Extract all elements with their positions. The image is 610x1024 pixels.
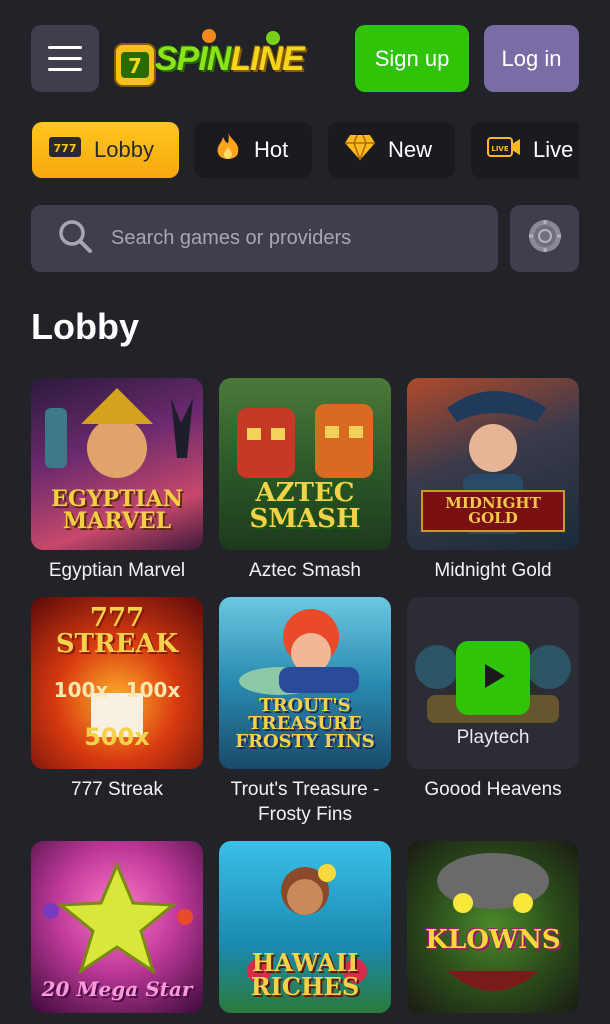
search-icon: [57, 218, 93, 259]
diamond-icon: [344, 133, 376, 167]
game-thumbnail[interactable]: EGYPTIAN MARVEL: [31, 378, 203, 550]
game-thumbnail[interactable]: HAWAII RICHES: [219, 841, 391, 1013]
game-card-egyptian-marvel[interactable]: EGYPTIAN MARVEL Egyptian Marvel: [31, 378, 203, 583]
game-title[interactable]: 777 Streak: [31, 777, 203, 802]
provider-filter-button[interactable]: [510, 205, 579, 272]
category-tabs: 777 Lobby Hot New LIVE Live: [0, 120, 579, 180]
signup-button[interactable]: Sign up: [355, 25, 469, 92]
fire-icon: [214, 131, 242, 169]
game-card-aztec-smash[interactable]: AZTEC SMASH Aztec Smash: [219, 378, 391, 583]
game-thumbnail[interactable]: MIDNIGHT GOLD: [407, 378, 579, 550]
game-card-goood-heavens[interactable]: Playtech Goood Heavens: [407, 597, 579, 802]
search-bar: [31, 205, 498, 272]
svg-text:100x: 100x: [126, 678, 181, 702]
tab-hot[interactable]: Hot: [194, 122, 312, 178]
page-title: Lobby: [31, 306, 139, 347]
game-thumbnail[interactable]: 20 Mega Star: [31, 841, 203, 1013]
game-thumbnail[interactable]: KLOWNS: [407, 841, 579, 1013]
game-title[interactable]: Egyptian Marvel: [31, 558, 203, 583]
svg-text:777: 777: [54, 142, 77, 155]
game-card-midnight-gold[interactable]: MIDNIGHT GOLD Midnight Gold: [407, 378, 579, 583]
svg-text:100x: 100x: [54, 678, 109, 702]
live-camera-icon: LIVE: [487, 134, 521, 166]
game-title[interactable]: Midnight Gold: [407, 558, 579, 583]
provider-label: Playtech: [456, 727, 530, 748]
game-thumbnail[interactable]: AZTEC SMASH: [219, 378, 391, 550]
tab-live[interactable]: LIVE Live: [471, 122, 579, 178]
search-input[interactable]: [109, 226, 493, 251]
game-title[interactable]: Goood Heavens: [407, 777, 579, 802]
tab-new[interactable]: New: [328, 122, 455, 178]
svg-text:500x: 500x: [84, 723, 150, 751]
game-thumbnail[interactable]: TROUT'S TREASURE FROSTY FINS: [219, 597, 391, 769]
game-title[interactable]: Aztec Smash: [219, 558, 391, 583]
header: 7 SPINLINE Sign up Log in: [0, 0, 610, 118]
play-icon: [477, 660, 509, 697]
game-card-trouts-treasure[interactable]: TROUT'S TREASURE FROSTY FINS Trout's Tre…: [219, 597, 391, 827]
777-slot-icon: 777: [48, 133, 82, 167]
game-title[interactable]: Trout's Treasure - Frosty Fins: [219, 777, 391, 827]
game-card-777-streak[interactable]: 100x 100x 500x 777 STREAK 777 Streak: [31, 597, 203, 802]
play-button[interactable]: [456, 641, 530, 715]
game-card-20-mega-star[interactable]: 20 Mega Star: [31, 841, 203, 1013]
hamburger-icon: [48, 46, 82, 49]
game-card-hawaii-riches[interactable]: HAWAII RICHES: [219, 841, 391, 1013]
tab-lobby[interactable]: 777 Lobby: [32, 122, 179, 178]
login-button[interactable]: Log in: [484, 25, 579, 92]
game-card-klowns[interactable]: KLOWNS: [407, 841, 579, 1013]
game-thumbnail[interactable]: Playtech: [407, 597, 579, 769]
spinline-logo[interactable]: 7 SPINLINE: [113, 22, 325, 94]
menu-button[interactable]: [31, 25, 99, 92]
chip-icon: [527, 218, 563, 259]
svg-text:7: 7: [128, 54, 142, 78]
game-thumbnail[interactable]: 100x 100x 500x 777 STREAK: [31, 597, 203, 769]
logo-text: SPINLINE: [155, 40, 305, 78]
svg-text:LIVE: LIVE: [491, 145, 508, 153]
